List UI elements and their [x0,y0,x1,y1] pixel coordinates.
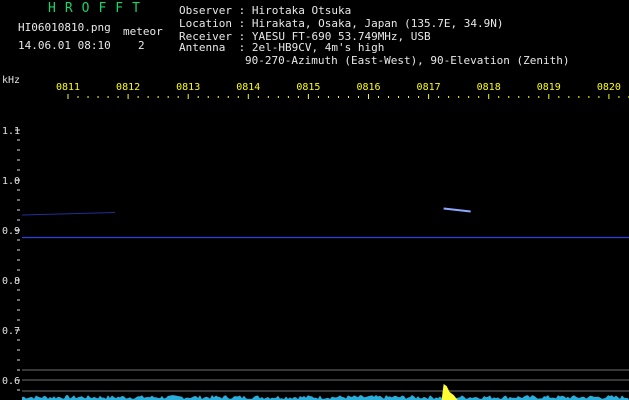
time-tick-label: 0811 [56,82,80,93]
meteor-echo [443,207,471,213]
spectrogram-plot: kHz 0811 0812 0813 0814 0815 0816 0817 0818 0819… [2,75,629,400]
interference-trace [21,212,116,216]
time-tick-label: 0820 [597,82,621,93]
activity-trace [22,395,629,400]
activity-layer [22,369,629,400]
freq-tick-label: 0.9 [2,226,20,237]
time-tick-label: 0819 [537,82,561,93]
signal-layer [21,207,629,239]
freq-tick-label: 1.1 [2,126,20,137]
frequency-ticks: 1.1 1.0 0.9 0.8 0.7 0.6 [2,126,20,391]
time-tick-label: 0818 [477,82,501,93]
freq-tick-label: 1.0 [2,176,20,187]
activity-spike [441,384,458,400]
freq-tick-label: 0.7 [2,326,20,337]
time-ticks: 0811 0812 0813 0814 0815 0816 0817 0818 0819 0820 [56,82,629,99]
time-tick-label: 0812 [116,82,140,93]
freq-tick-label: 0.6 [2,376,20,387]
time-tick-label: 0817 [417,82,441,93]
time-tick-label: 0815 [296,82,320,93]
time-tick-label: 0816 [356,82,380,93]
freq-tick-label: 0.8 [2,276,20,287]
time-tick-label: 0814 [236,82,260,93]
time-tick-label: 0813 [176,82,200,93]
y-axis-label: kHz [2,75,20,86]
